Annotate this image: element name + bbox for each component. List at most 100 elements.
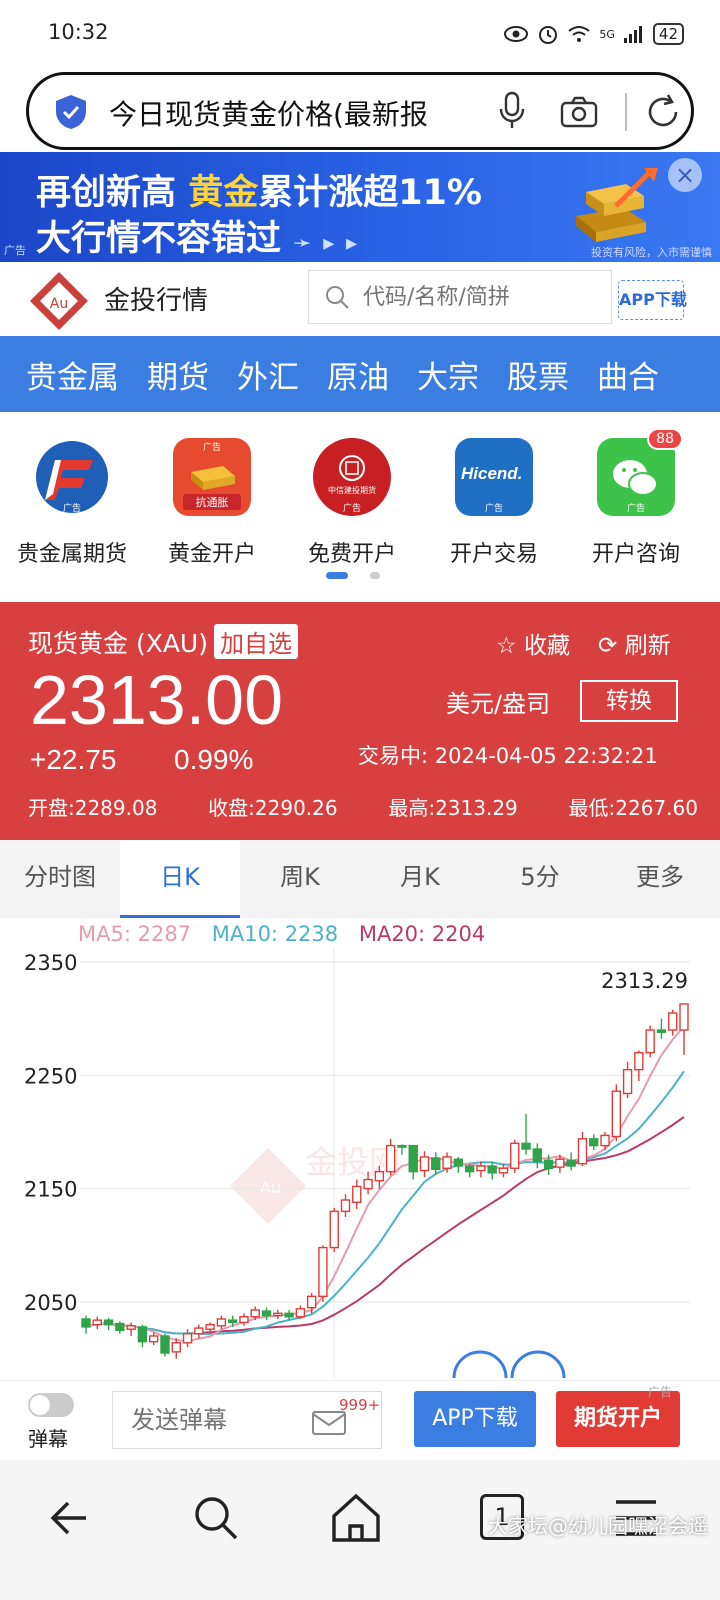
shield-icon	[56, 95, 86, 129]
low-price: 最低:2267.60	[568, 796, 698, 820]
app-free-account[interactable]: 中信建投期货 广告 免费开户	[282, 438, 422, 568]
price-unit: 美元/盎司	[446, 690, 551, 718]
app-precious-metal-futures[interactable]: 广告 贵金属期货	[2, 438, 142, 568]
banner-subline: 大行情不容错过 ➛ ▸ ▸	[36, 210, 359, 261]
candle-body	[126, 1325, 136, 1330]
tab-weekly-k[interactable]: 周K	[240, 840, 360, 918]
risk-notice: 投资有风险，入市需谨慎	[591, 246, 712, 259]
app-label: 免费开户	[307, 542, 396, 567]
search-icon	[326, 286, 349, 309]
candle-body	[645, 1029, 655, 1054]
ma5-label: MA5: 2287	[78, 922, 192, 946]
candle-body	[160, 1335, 170, 1354]
tab-daily-k[interactable]: 日K	[120, 840, 240, 918]
y-tick-label: 2150	[24, 1178, 77, 1202]
candle-body	[182, 1333, 193, 1344]
refresh-icon: ⟳	[598, 633, 625, 659]
browser-search-bar[interactable]: 今日现货黄金价格(最新报	[26, 72, 694, 150]
candle-body	[476, 1165, 486, 1172]
candle-body	[273, 1312, 283, 1317]
ma10-line	[85, 1070, 685, 1336]
microphone-icon[interactable]	[497, 91, 527, 131]
candle-body	[442, 1156, 452, 1169]
danmu-input-box[interactable]: 999+	[112, 1391, 382, 1449]
category-crude-oil[interactable]: 原油	[327, 352, 389, 397]
category-more[interactable]: 曲合	[597, 352, 659, 397]
candle-body	[634, 1051, 644, 1071]
app-consult[interactable]: 88 广告 开户咨询	[566, 428, 706, 568]
candle-body	[408, 1144, 418, 1173]
instrument-name: 现货黄金 (XAU)	[28, 629, 208, 658]
wechat-icon: 88 广告	[597, 428, 683, 516]
camera-icon[interactable]	[559, 95, 599, 129]
quote-stats: 开盘:2289.08 收盘:2290.26 最高:2313.29 最低:2267…	[28, 792, 698, 821]
collect-button[interactable]: ☆ 收藏	[496, 626, 570, 660]
refresh-button[interactable]: ⟳ 刷新	[598, 626, 671, 660]
app-label: 黄金开户	[167, 542, 256, 567]
tab-more[interactable]: 更多	[600, 840, 720, 918]
tab-5min[interactable]: 5分	[480, 840, 600, 918]
arrows-icon: ➛ ▸ ▸	[293, 231, 360, 256]
banner-text: 累计涨超11%	[258, 173, 482, 213]
candle-body	[239, 1316, 249, 1324]
close-ad-button[interactable]: ×	[668, 158, 702, 192]
ad-tag: 广告	[62, 504, 81, 514]
candle-body	[103, 1319, 114, 1326]
hicend-logo-icon: Hicend. 广告	[455, 438, 533, 516]
tab-monthly-k[interactable]: 月K	[360, 840, 480, 918]
browser-nav-bar: 1 大家坛@幼儿园嘿涩会遥	[0, 1460, 720, 1600]
candle-body	[81, 1318, 91, 1328]
danmu-toggle[interactable]	[28, 1393, 74, 1417]
candle-body	[600, 1134, 610, 1147]
candle-body	[577, 1138, 588, 1165]
candle-body	[543, 1159, 554, 1169]
category-forex[interactable]: 外汇	[237, 352, 299, 397]
candle-body	[363, 1178, 373, 1190]
danmu-input[interactable]	[131, 1402, 301, 1438]
gf-logo-icon: 广告	[33, 438, 111, 516]
zoom-control[interactable]	[452, 1350, 566, 1378]
category-precious-metals[interactable]: 贵金属	[26, 352, 119, 397]
ma5-line	[85, 1025, 685, 1343]
symbol-search-input[interactable]	[363, 279, 603, 315]
category-futures[interactable]: 期货	[147, 352, 209, 397]
candle-body	[250, 1309, 260, 1318]
app-download-button[interactable]: APP下载	[618, 280, 687, 320]
quote-title: 现货黄金 (XAU) 加自选	[28, 624, 298, 660]
candle-body	[679, 1003, 689, 1031]
search-query-text[interactable]: 今日现货黄金价格(最新报	[109, 93, 469, 133]
symbol-search-box[interactable]	[308, 270, 612, 324]
banner-gold-text: 黄金	[188, 173, 259, 213]
home-icon[interactable]	[326, 1488, 386, 1548]
back-arrow-icon[interactable]	[42, 1488, 102, 1548]
site-name[interactable]: 金投行情	[104, 280, 208, 317]
battery-icon: 42	[652, 23, 684, 45]
category-stocks[interactable]: 股票	[507, 352, 569, 397]
app-download-bottom-button[interactable]: APP下载	[414, 1391, 536, 1447]
citic-futures-icon: 中信建投期货 广告	[313, 438, 391, 516]
banner-ad[interactable]: 再创新高 黄金累计涨超11% 大行情不容错过 ➛ ▸ ▸ 广告 投资有风险，入市…	[0, 152, 720, 262]
wifi-icon	[568, 26, 590, 42]
convert-button[interactable]: 转换	[580, 680, 678, 722]
app-shortcuts: 广告 贵金属期货 抗通胀 广告 黄金开户 中信建投期货 广告 免费开户 Hice…	[0, 412, 720, 600]
candle-body	[340, 1199, 351, 1213]
category-commodities[interactable]: 大宗	[417, 352, 479, 397]
ma10-label: MA10: 2238	[211, 922, 339, 946]
search-icon[interactable]	[186, 1488, 246, 1548]
y-tick-label: 2350	[24, 951, 77, 975]
chart-period-tabs: 分时图 日K 周K 月K 5分 更多	[0, 840, 720, 918]
jintou-logo-icon[interactable]: Au	[28, 270, 90, 332]
candle-body	[464, 1165, 475, 1173]
divider	[625, 93, 627, 131]
refresh-icon[interactable]	[643, 91, 683, 133]
prev-close-price: 收盘:2290.26	[208, 796, 338, 820]
app-label: 开户交易	[449, 542, 538, 567]
add-watchlist-button[interactable]: 加自选	[213, 624, 298, 659]
notification-badge: 88	[647, 428, 683, 450]
watermark-logo-icon: Au	[230, 1148, 306, 1224]
app-open-trade[interactable]: Hicend. 广告 开户交易	[424, 438, 564, 568]
kline-chart[interactable]: Au 金投网 2350 2250 2150 2050 2313.29 MA5: 228…	[0, 918, 720, 1378]
tab-intraday[interactable]: 分时图	[0, 840, 120, 918]
app-gold-account[interactable]: 抗通胀 广告 黄金开户	[142, 438, 282, 568]
candle-body	[148, 1335, 159, 1343]
